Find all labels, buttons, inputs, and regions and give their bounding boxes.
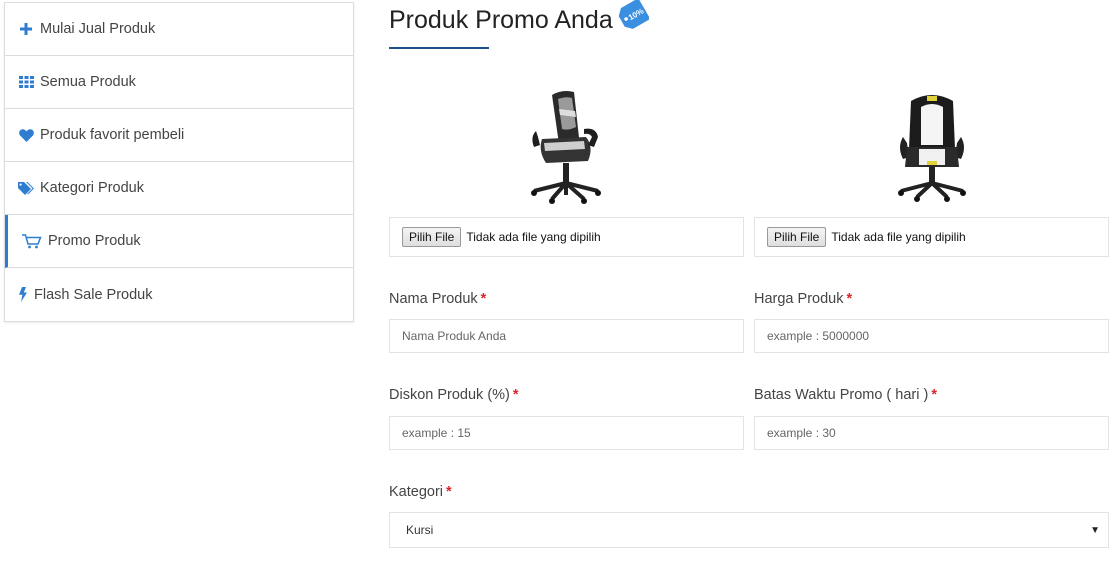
page-header: Produk Promo Anda 10% [389,0,1109,40]
nama-produk-input[interactable] [389,319,744,353]
discount-tag-icon: 10% [617,0,650,35]
upload-slot-2: Pilih File Tidak ada file yang dipilih [754,87,1109,257]
sidebar-item-label: Promo Produk [48,233,141,249]
sidebar: Mulai Jual Produk Semua Produk Produk fa… [4,2,354,322]
sidebar-item-produk-favorit[interactable]: Produk favorit pembeli [5,109,353,162]
product-image-1 [389,87,744,217]
choose-file-button-1[interactable]: Pilih File [402,227,462,247]
required-mark: * [931,387,937,403]
field-harga-produk: Harga Produk * [754,289,1109,353]
sidebar-item-label: Mulai Jual Produk [40,21,156,37]
diskon-produk-input[interactable] [389,416,744,450]
cart-icon [21,233,43,249]
sidebar-item-label: Kategori Produk [40,180,144,196]
label-text: Batas Waktu Promo ( hari ) [754,387,929,403]
field-kategori: Kategori * Kursi ▼ [389,482,1109,548]
field-diskon-produk: Diskon Produk (%) * [389,385,744,450]
gaming-chair-image [530,91,601,204]
harga-produk-label: Harga Produk * [754,289,1109,309]
form-row-2: Diskon Produk (%)* Batas Waktu Promo ( h… [389,385,1109,450]
label-text: Harga Produk [754,291,844,307]
grid-icon [17,74,35,90]
tags-icon [17,180,35,196]
required-mark: * [512,387,519,403]
upload-slot-1: Pilih File Tidak ada file yang dipilih [389,87,744,257]
sidebar-item-mulai-jual-produk[interactable]: Mulai Jual Produk [5,3,353,56]
bolt-icon [17,287,29,303]
file-status-1: Tidak ada file yang dipilih [466,230,601,244]
sidebar-item-label: Flash Sale Produk [34,286,153,303]
file-status-2: Tidak ada file yang dipilih [831,230,966,244]
file-upload-2: Pilih File Tidak ada file yang dipilih [754,217,1109,257]
heart-icon [17,127,35,143]
batas-waktu-label: Batas Waktu Promo ( hari ) * [754,385,1109,405]
sidebar-item-semua-produk[interactable]: Semua Produk [5,56,353,109]
page-title: Produk Promo Anda [389,5,613,34]
sidebar-item-label: Semua Produk [40,74,136,90]
label-text: Diskon Produk (%) [389,387,510,403]
chevron-down-icon: ▼ [1090,524,1100,536]
required-mark: * [446,484,452,500]
sidebar-item-promo-produk[interactable]: Promo Produk [5,215,353,268]
sidebar-item-label: Produk favorit pembeli [40,127,185,143]
field-batas-waktu-promo: Batas Waktu Promo ( hari ) * [754,385,1109,450]
form-row-1: Nama Produk* Harga Produk* [389,289,1109,353]
kategori-select[interactable]: Kursi ▼ [389,512,1109,548]
nama-produk-label: Nama Produk * [389,289,744,309]
required-mark: * [480,291,487,307]
kategori-label: Kategori * [389,482,1109,502]
required-mark: * [846,291,853,307]
label-text: Nama Produk [389,291,478,307]
kategori-selected-value: Kursi [406,523,434,537]
file-upload-1: Pilih File Tidak ada file yang dipilih [389,217,744,257]
diskon-produk-label: Diskon Produk (%) * [389,385,744,405]
field-nama-produk: Nama Produk * [389,289,744,353]
plus-icon [17,21,35,37]
main-content: Produk Promo Anda 10% Pilih File Tidak a… [389,0,1109,548]
sidebar-item-kategori-produk[interactable]: Kategori Produk [5,162,353,215]
title-underline [389,47,489,49]
image-uploads: Pilih File Tidak ada file yang dipilih P… [389,87,1109,257]
batas-waktu-input[interactable] [754,416,1109,450]
choose-file-button-2[interactable]: Pilih File [767,227,827,247]
sidebar-item-flash-sale[interactable]: Flash Sale Produk [5,268,353,321]
label-text: Kategori [389,484,444,500]
harga-produk-input[interactable] [754,319,1109,353]
gaming-chair-image [897,95,966,202]
product-image-2 [754,87,1109,217]
